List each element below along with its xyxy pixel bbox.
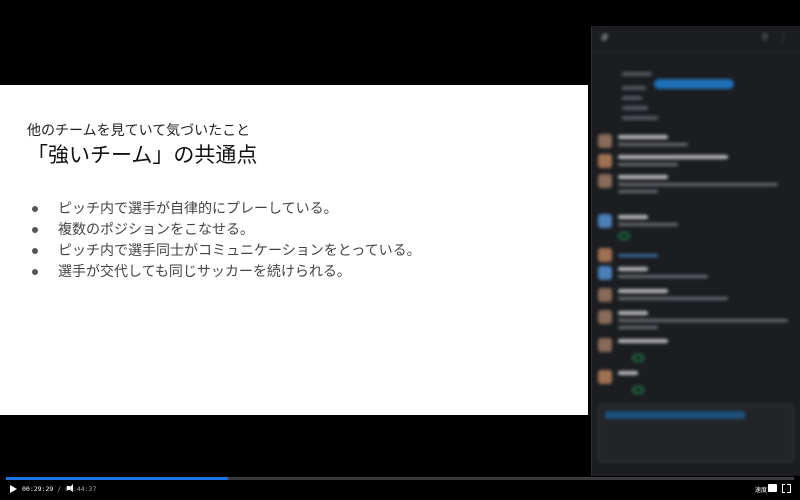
player-controls: 00:29:29 / 01:44:37 速度 xyxy=(0,476,800,500)
chat-text xyxy=(622,116,658,120)
chat-name xyxy=(618,155,728,159)
avatar xyxy=(598,248,612,262)
reaction xyxy=(618,232,630,240)
chat-name xyxy=(618,289,668,293)
fullscreen-icon[interactable] xyxy=(782,483,791,493)
chat-text xyxy=(618,275,708,278)
chat-text xyxy=(622,72,652,76)
chat-name xyxy=(618,267,648,271)
time-display: 00:29:29 / 01:44:37 xyxy=(22,485,96,493)
avatar xyxy=(598,174,612,188)
progress-fill xyxy=(6,477,229,480)
avatar xyxy=(598,288,612,302)
reaction xyxy=(632,386,644,394)
avatar xyxy=(598,370,612,384)
bullet-text: 選手が交代しても同じサッカーを続けられる。 xyxy=(58,264,351,280)
chat-text xyxy=(622,96,642,100)
chat-name xyxy=(618,175,668,179)
captions-icon[interactable] xyxy=(768,484,777,492)
chat-panel-blurred: # ⚲ ⋮ xyxy=(591,26,800,476)
slide-bullet-list: ピッチ内で選手が自律的にプレーしている。 複数のポジションをこなせる。 ピッチ内… xyxy=(32,199,421,283)
avatar xyxy=(598,338,612,352)
hash-icon: # xyxy=(600,31,610,44)
bullet-text: ピッチ内で選手が自律的にプレーしている。 xyxy=(58,201,338,217)
chat-name xyxy=(618,311,648,315)
chat-text xyxy=(622,106,648,110)
chat-link-pill xyxy=(654,79,734,89)
message-composer[interactable] xyxy=(598,404,794,462)
chat-text xyxy=(618,319,788,322)
reaction xyxy=(632,354,644,362)
volume-icon[interactable] xyxy=(66,483,76,493)
bullet-dot-icon xyxy=(32,248,38,254)
chat-text xyxy=(618,183,778,186)
bullet-text: ピッチ内で選手同士がコミュニケーションをとっている。 xyxy=(58,243,421,259)
bullet-text: 複数のポジションをこなせる。 xyxy=(58,222,254,238)
avatar xyxy=(598,134,612,148)
chat-panel-content: # ⚲ ⋮ xyxy=(592,26,800,476)
chat-header: # ⚲ ⋮ xyxy=(592,26,800,52)
chat-name xyxy=(618,339,668,343)
header-icons: ⚲ ⋮ xyxy=(761,33,792,43)
chat-text xyxy=(618,254,658,257)
chat-text xyxy=(618,326,658,329)
play-icon[interactable] xyxy=(8,484,18,494)
slide-subtitle: 他のチームを見ていて気づいたこと xyxy=(27,123,251,139)
chat-text xyxy=(618,163,678,166)
time-separator: / xyxy=(57,485,62,493)
slide-bullet: 複数のポジションをこなせる。 xyxy=(32,220,421,241)
bullet-dot-icon xyxy=(32,206,38,212)
composer-banner xyxy=(605,411,745,419)
avatar xyxy=(598,154,612,168)
chat-text xyxy=(622,86,646,90)
slide-title: 「強いチーム」の共通点 xyxy=(27,143,258,167)
chat-name xyxy=(618,135,668,139)
avatar xyxy=(598,214,612,228)
slide-bullet: ピッチ内で選手同士がコミュニケーションをとっている。 xyxy=(32,241,421,262)
speed-button[interactable]: 速度 xyxy=(755,485,767,494)
current-time: 00:29:29 xyxy=(22,485,54,493)
avatar xyxy=(598,310,612,324)
chat-name xyxy=(618,371,638,375)
chat-text xyxy=(618,190,658,193)
chat-text xyxy=(618,223,678,226)
avatar xyxy=(598,266,612,280)
bullet-dot-icon xyxy=(32,227,38,233)
chat-text xyxy=(618,297,728,300)
progress-bar[interactable] xyxy=(6,477,794,480)
bullet-dot-icon xyxy=(32,269,38,275)
chat-text xyxy=(618,143,688,146)
chat-name xyxy=(618,215,648,219)
slide-bullet: 選手が交代しても同じサッカーを続けられる。 xyxy=(32,262,421,283)
video-stage: 他のチームを見ていて気づいたこと 「強いチーム」の共通点 ピッチ内で選手が自律的… xyxy=(0,0,800,476)
slide-bullet: ピッチ内で選手が自律的にプレーしている。 xyxy=(32,199,421,220)
